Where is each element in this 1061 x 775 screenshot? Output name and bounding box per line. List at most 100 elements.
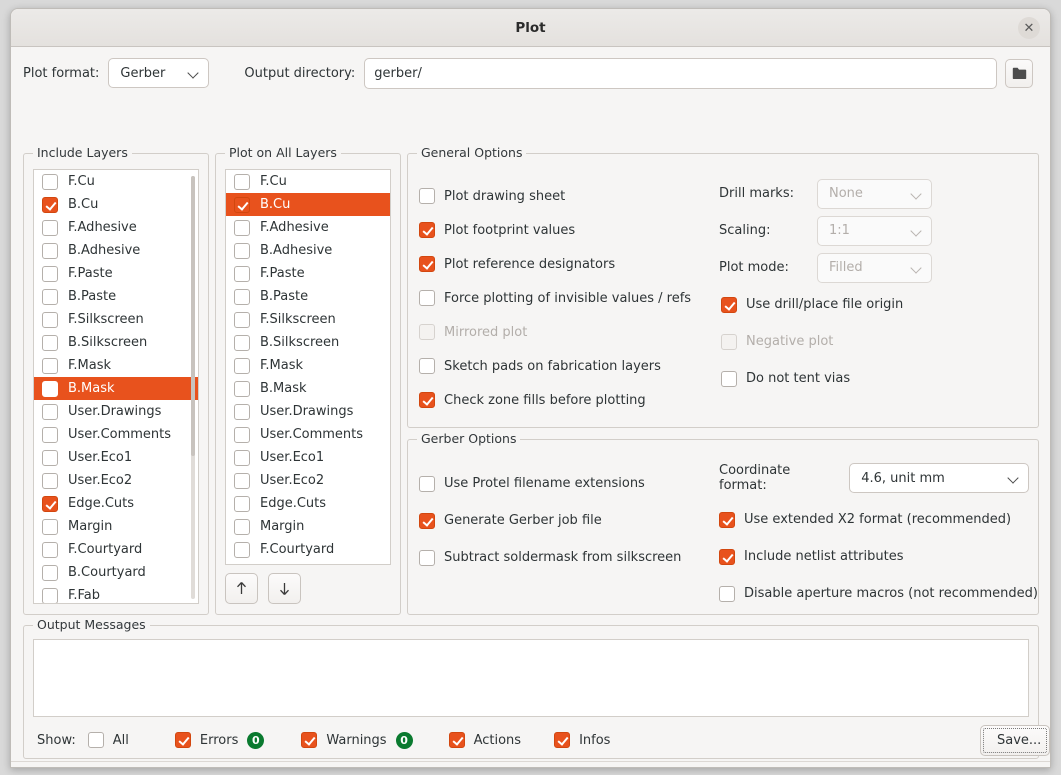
checkbox-checked[interactable] [42,196,58,213]
checkbox-unchecked[interactable] [419,549,435,566]
checkbox-do-not-tent-vias[interactable]: Do not tent vias [719,360,1029,397]
checkbox-unchecked[interactable] [234,242,250,259]
list-item[interactable]: F.Paste [226,262,390,285]
list-item[interactable]: F.Adhesive [226,216,390,239]
checkbox-unchecked[interactable] [234,288,250,305]
list-item[interactable]: B.Cu [226,193,390,216]
checkbox-use-drill-place-file-origin[interactable]: Use drill/place file origin [719,286,1029,323]
list-item[interactable]: B.Silkscreen [226,331,390,354]
close-icon[interactable]: ✕ [1018,17,1040,39]
list-item[interactable]: F.Adhesive [34,216,198,239]
move-layer-up-button[interactable] [225,573,258,604]
checkbox-unchecked[interactable] [42,472,58,489]
list-item[interactable]: User.Drawings [226,400,390,423]
list-item[interactable]: User.Eco1 [34,446,198,469]
checkbox-checked[interactable] [419,512,435,529]
list-item[interactable]: B.Paste [226,285,390,308]
checkbox-unchecked[interactable] [42,449,58,466]
checkbox-unchecked[interactable] [234,173,250,190]
checkbox-unchecked[interactable] [234,357,250,374]
list-item[interactable]: F.Courtyard [34,538,198,561]
checkbox-unchecked[interactable] [721,370,737,387]
checkbox-unchecked[interactable] [234,426,250,443]
checkbox-subtract-soldermask-from-silkscreen[interactable]: Subtract soldermask from silkscreen [419,539,719,576]
checkbox-checked[interactable] [301,732,318,748]
checkbox-unchecked[interactable] [42,311,58,328]
checkbox-unchecked[interactable] [234,380,250,397]
checkbox-unchecked[interactable] [419,475,435,492]
list-item[interactable]: B.Silkscreen [34,331,198,354]
list-item[interactable]: Margin [34,515,198,538]
list-item[interactable]: F.Silkscreen [34,308,198,331]
list-item[interactable]: Edge.Cuts [226,492,390,515]
checkbox-unchecked[interactable] [719,585,735,602]
checkbox-unchecked[interactable] [42,518,58,535]
checkbox-unchecked[interactable] [42,288,58,305]
checkbox-unchecked[interactable] [42,334,58,351]
checkbox-unchecked[interactable] [234,265,250,282]
checkbox-unchecked[interactable] [42,380,58,397]
checkbox-unchecked[interactable] [419,324,435,340]
checkbox-disable-aperture-macros-not-recommended[interactable]: Disable aperture macros (not recommended… [719,575,1039,612]
checkbox-checked[interactable] [174,732,191,748]
checkbox-checked[interactable] [419,392,435,408]
checkbox-unchecked[interactable] [419,188,435,204]
checkbox-plot-footprint-values[interactable]: Plot footprint values [419,213,739,247]
checkbox-use-extended-x2-format-recommended[interactable]: Use extended X2 format (recommended) [719,501,1039,538]
checkbox-plot-reference-designators[interactable]: Plot reference designators [419,247,739,281]
list-item[interactable]: User.Drawings [34,400,198,423]
checkbox-checked[interactable] [234,196,250,213]
include-layers-list[interactable]: F.Cu B.Cu F.Adhesive B.Adhesive F.Paste B.Pas… [33,169,199,604]
list-item[interactable]: B.Mask [34,377,198,400]
filter-warnings[interactable]: Warnings [301,732,387,748]
list-item[interactable]: F.Mask [34,354,198,377]
checkbox-unchecked[interactable] [42,173,58,190]
include-layers-scrollbar[interactable] [191,176,195,599]
output-directory-input[interactable]: gerber/ [364,57,997,89]
list-item[interactable]: Margin [226,515,390,538]
list-item[interactable]: F.Fab [34,584,198,603]
scrollbar-thumb[interactable] [191,176,195,456]
list-item[interactable]: B.Paste [34,285,198,308]
coordinate-format-select[interactable]: 4.6, unit mm [849,463,1029,493]
list-item[interactable]: F.Courtyard [226,538,390,561]
list-item[interactable]: B.Courtyard [34,561,198,584]
checkbox-unchecked[interactable] [419,358,435,374]
list-item[interactable]: User.Comments [34,423,198,446]
checkbox-use-protel-filename-extensions[interactable]: Use Protel filename extensions [419,465,719,502]
checkbox-checked[interactable] [554,732,571,748]
output-messages-textarea[interactable] [33,639,1029,717]
filter-errors[interactable]: Errors [174,732,238,748]
checkbox-unchecked[interactable] [42,265,58,282]
checkbox-unchecked[interactable] [42,426,58,443]
checkbox-include-netlist-attributes[interactable]: Include netlist attributes [719,538,1039,575]
checkbox-unchecked[interactable] [234,311,250,328]
list-item[interactable]: B.Mask [226,377,390,400]
checkbox-checked[interactable] [419,256,435,272]
checkbox-unchecked[interactable] [721,333,737,350]
checkbox-checked[interactable] [419,222,435,238]
checkbox-unchecked[interactable] [42,357,58,374]
list-item[interactable]: User.Comments [226,423,390,446]
list-item[interactable]: User.Eco1 [226,446,390,469]
move-layer-down-button[interactable] [268,573,301,604]
plot-on-all-layers-list[interactable]: F.Cu B.Cu F.Adhesive B.Adhesive F.Paste B.Pas… [225,169,391,565]
list-item[interactable]: B.Cu [34,193,198,216]
checkbox-unchecked[interactable] [234,403,250,420]
checkbox-unchecked[interactable] [87,732,104,748]
checkbox-unchecked[interactable] [234,541,250,558]
list-item[interactable]: F.Cu [34,170,198,193]
checkbox-unchecked[interactable] [42,587,58,603]
checkbox-unchecked[interactable] [234,334,250,351]
list-item[interactable]: User.Eco2 [226,469,390,492]
list-item[interactable]: F.Paste [34,262,198,285]
checkbox-unchecked[interactable] [234,219,250,236]
checkbox-force-plotting-of-invisible-values-refs[interactable]: Force plotting of invisible values / ref… [419,281,739,315]
checkbox-checked[interactable] [719,548,735,565]
checkbox-checked[interactable] [719,511,735,528]
list-item[interactable]: F.Mask [226,354,390,377]
checkbox-unchecked[interactable] [234,518,250,535]
checkbox-unchecked[interactable] [42,219,58,236]
list-item[interactable]: B.Adhesive [226,239,390,262]
plot-format-select[interactable]: Gerber [108,58,210,88]
